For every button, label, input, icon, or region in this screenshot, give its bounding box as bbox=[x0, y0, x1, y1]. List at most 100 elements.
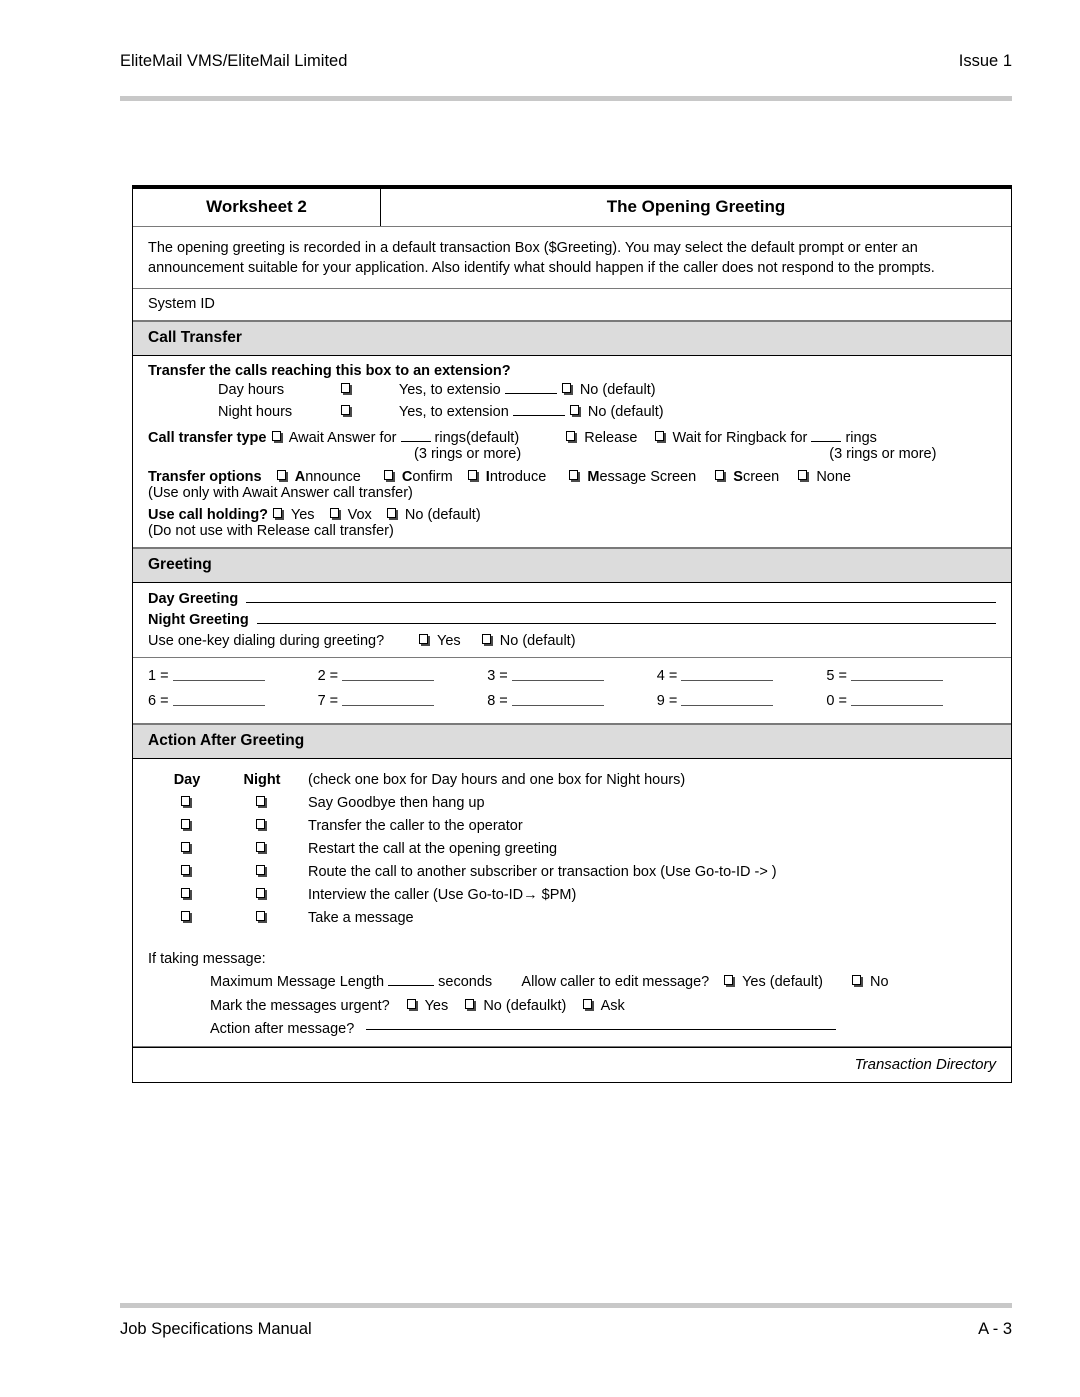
checkbox-night-say-goodbye[interactable] bbox=[255, 795, 267, 808]
wait-ringback-rings-input[interactable] bbox=[811, 441, 842, 443]
onekey-input-0[interactable] bbox=[850, 705, 943, 707]
onekey-row-top: 1 = 2 = 3 = 4 = 5 = bbox=[148, 668, 996, 684]
aag-col-night-label: Night bbox=[243, 771, 281, 788]
checkbox-day-interview[interactable] bbox=[180, 887, 192, 900]
checkbox-day-restart-cell[interactable] bbox=[148, 841, 226, 857]
onekey-input-6[interactable] bbox=[172, 705, 265, 707]
night-no-label: No (default) bbox=[587, 404, 664, 421]
onekey-input-5[interactable] bbox=[850, 680, 943, 682]
checkbox-none[interactable] bbox=[798, 470, 810, 483]
night-greeting-row: Night Greeting bbox=[148, 612, 996, 628]
checkbox-day-take-message-cell[interactable] bbox=[148, 910, 226, 926]
checkbox-urgent-no[interactable] bbox=[465, 998, 477, 1011]
checkbox-day-take-message[interactable] bbox=[180, 910, 192, 923]
checkbox-night-route-cell[interactable] bbox=[226, 864, 298, 880]
checkbox-night-say-goodbye-cell[interactable] bbox=[226, 795, 298, 811]
worksheet-table: Worksheet 2 The Opening Greeting The ope… bbox=[132, 185, 1012, 1083]
checkbox-holding-yes[interactable] bbox=[273, 508, 285, 521]
checkbox-screen[interactable] bbox=[715, 470, 727, 483]
checkbox-day-transfer-operator-cell[interactable] bbox=[148, 818, 226, 834]
checkbox-day-yes-extension[interactable] bbox=[341, 383, 353, 395]
checkbox-onekey-yes[interactable] bbox=[419, 634, 431, 647]
worksheet-title-row: Worksheet 2 The Opening Greeting bbox=[133, 189, 1011, 227]
allow-edit-yes-label: Yes (default) bbox=[742, 974, 823, 991]
onekey-cell-8[interactable]: 8 = bbox=[487, 693, 657, 709]
onekey-cell-6[interactable]: 6 = bbox=[148, 693, 318, 709]
checkbox-night-transfer-operator-cell[interactable] bbox=[226, 818, 298, 834]
transfer-options-note: (Use only with Await Answer call transfe… bbox=[148, 485, 413, 502]
system-id-label: System ID bbox=[148, 296, 215, 312]
aag-option-row: Interview the caller (Use Go-to-ID→ $PM) bbox=[148, 883, 996, 906]
checkbox-night-route[interactable] bbox=[255, 864, 267, 877]
checkbox-urgent-yes[interactable] bbox=[406, 998, 418, 1011]
checkbox-day-route[interactable] bbox=[180, 864, 192, 877]
checkbox-confirm[interactable] bbox=[383, 470, 395, 483]
checkbox-message-screen[interactable] bbox=[569, 470, 581, 483]
onekey-input-2[interactable] bbox=[342, 680, 435, 682]
aag-option-row: Say Goodbye then hang up bbox=[148, 791, 996, 814]
checkbox-await-answer[interactable] bbox=[271, 431, 283, 444]
call-holding-row: Use call holding? Yes Vox No (default) bbox=[148, 507, 996, 523]
onekey-cell-0[interactable]: 0 = bbox=[826, 693, 996, 709]
checkbox-day-transfer-operator[interactable] bbox=[180, 818, 192, 831]
aag-col-day-label: Day bbox=[173, 771, 201, 788]
message-screen-accel: M bbox=[587, 469, 600, 486]
checkbox-onekey-no[interactable] bbox=[481, 634, 493, 647]
onekey-question-label: Use one-key dialing during greeting? bbox=[148, 633, 385, 650]
checkbox-night-interview[interactable] bbox=[255, 887, 267, 900]
checkbox-introduce[interactable] bbox=[467, 470, 479, 483]
checkbox-holding-vox[interactable] bbox=[329, 508, 341, 521]
day-greeting-input[interactable] bbox=[246, 602, 996, 604]
checkbox-night-take-message[interactable] bbox=[255, 910, 267, 923]
day-extension-input[interactable] bbox=[504, 393, 557, 394]
onekey-cell-1[interactable]: 1 = bbox=[148, 668, 318, 684]
checkbox-night-interview-cell[interactable] bbox=[226, 887, 298, 903]
onekey-cell-4[interactable]: 4 = bbox=[657, 668, 827, 684]
checkbox-day-no[interactable] bbox=[561, 383, 573, 395]
action-after-message-input[interactable] bbox=[366, 1029, 837, 1031]
checkbox-day-route-cell[interactable] bbox=[148, 864, 226, 880]
worksheet-footer-note: Transaction Directory bbox=[133, 1046, 1011, 1082]
checkbox-day-interview-cell[interactable] bbox=[148, 887, 226, 903]
onekey-input-3[interactable] bbox=[511, 680, 604, 682]
checkbox-night-take-message-cell[interactable] bbox=[226, 910, 298, 926]
night-extension-input[interactable] bbox=[512, 415, 565, 417]
checkbox-night-no[interactable] bbox=[569, 405, 581, 418]
checkbox-announce[interactable] bbox=[276, 470, 288, 483]
call-transfer-body: Transfer the calls reaching this box to … bbox=[133, 356, 1011, 549]
max-message-length-input[interactable] bbox=[388, 985, 435, 987]
await-answer-rings-input[interactable] bbox=[400, 441, 431, 443]
onekey-assignment-grid: 1 = 2 = 3 = 4 = 5 = 6 = 7 = 8 = 9 = 0 = bbox=[133, 658, 1011, 725]
checkbox-night-transfer-operator[interactable] bbox=[255, 818, 267, 831]
onekey-cell-7[interactable]: 7 = bbox=[318, 693, 488, 709]
day-greeting-row: Day Greeting bbox=[148, 591, 996, 607]
checkbox-urgent-ask[interactable] bbox=[583, 998, 595, 1011]
max-message-length-row: Maximum Message Length seconds Allow cal… bbox=[210, 971, 996, 994]
checkbox-holding-no[interactable] bbox=[386, 508, 398, 521]
checkbox-night-restart-cell[interactable] bbox=[226, 841, 298, 857]
call-transfer-day-row: Day hours Yes, to extensio No (default) bbox=[148, 379, 996, 401]
onekey-cell-2[interactable]: 2 = bbox=[318, 668, 488, 684]
onekey-input-1[interactable] bbox=[172, 680, 265, 682]
page-header: EliteMail VMS/EliteMail Limited Issue 1 bbox=[120, 52, 1012, 71]
system-id-field[interactable]: System ID bbox=[133, 289, 1011, 321]
onekey-cell-3[interactable]: 3 = bbox=[487, 668, 657, 684]
onekey-input-9[interactable] bbox=[681, 705, 774, 707]
checkbox-day-say-goodbye[interactable] bbox=[180, 795, 192, 808]
worksheet-footer-wrap: Transaction Directory bbox=[133, 1045, 1011, 1082]
checkbox-day-say-goodbye-cell[interactable] bbox=[148, 795, 226, 811]
urgent-ask-label: Ask bbox=[600, 997, 625, 1014]
onekey-input-4[interactable] bbox=[681, 680, 774, 682]
checkbox-allow-edit-no[interactable] bbox=[852, 975, 864, 988]
night-greeting-input[interactable] bbox=[256, 623, 996, 625]
checkbox-day-restart[interactable] bbox=[180, 841, 192, 854]
onekey-input-8[interactable] bbox=[511, 705, 604, 707]
checkbox-night-restart[interactable] bbox=[255, 841, 267, 854]
checkbox-release[interactable] bbox=[566, 431, 578, 444]
onekey-input-7[interactable] bbox=[342, 705, 435, 707]
checkbox-allow-edit-yes[interactable] bbox=[724, 975, 736, 988]
onekey-cell-5[interactable]: 5 = bbox=[826, 668, 996, 684]
checkbox-wait-for-ringback[interactable] bbox=[654, 431, 666, 444]
checkbox-night-yes-extension[interactable] bbox=[341, 405, 353, 418]
onekey-cell-9[interactable]: 9 = bbox=[657, 693, 827, 709]
